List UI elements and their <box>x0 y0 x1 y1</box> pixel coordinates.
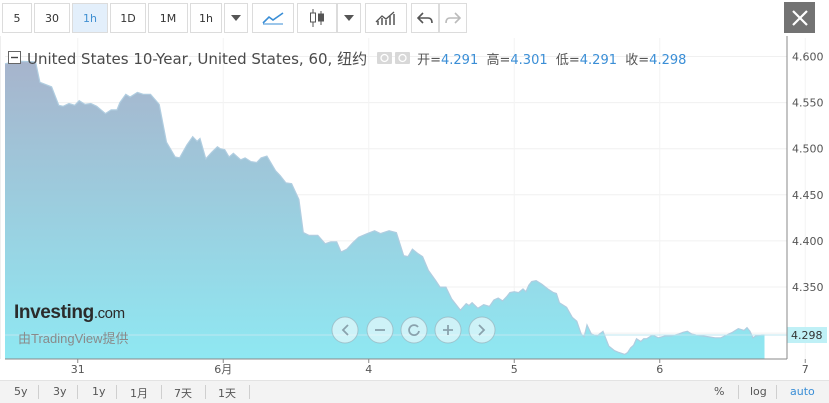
chevron-down-icon <box>344 15 354 21</box>
interval-1m-button[interactable]: 1M <box>148 3 188 33</box>
high-value: 4.301 <box>510 52 548 68</box>
range-separator <box>116 385 117 399</box>
interval-label: 30 <box>45 11 59 25</box>
ohlc-values: 开=4.291 高=4.301 低=4.291 收=4.298 <box>417 49 686 68</box>
range-5y[interactable]: 5y <box>14 385 28 398</box>
interval-label: 1D <box>120 11 136 25</box>
chart-type-button[interactable] <box>297 3 337 33</box>
range-separator <box>161 385 162 399</box>
x-tick-label: 7 <box>802 363 809 376</box>
candlestick-icon <box>310 9 324 27</box>
undo-button[interactable] <box>411 3 439 33</box>
x-tick-label: 6 <box>656 363 663 376</box>
brand-name: Investing.com <box>14 302 125 323</box>
zoom-in-icon[interactable] <box>434 316 462 344</box>
redo-icon <box>445 12 461 24</box>
interval-1d-button[interactable]: 1D <box>110 3 146 33</box>
line-chart-button[interactable] <box>252 3 294 33</box>
series-title: United States 10-Year, United States, 60… <box>27 49 368 68</box>
interval-5-button[interactable]: 5 <box>2 3 32 33</box>
scroll-right-icon[interactable] <box>468 316 496 344</box>
interval-label: 1M <box>159 11 177 25</box>
visibility-icon[interactable] <box>377 51 411 65</box>
x-tick-label: 4 <box>365 363 372 376</box>
last-value-label: 4.298 <box>791 329 823 342</box>
y-tick-label: 4.350 <box>792 281 824 294</box>
scroll-left-icon[interactable] <box>331 316 359 344</box>
chevron-down-icon <box>231 15 241 21</box>
range-separator <box>38 385 39 399</box>
brand-suffix: .com <box>93 305 125 322</box>
low-label: 低= <box>555 52 580 68</box>
x-tick-label: 31 <box>71 363 85 376</box>
brand-text: Investing <box>14 302 94 323</box>
range-1y[interactable]: 1y <box>92 385 106 398</box>
close-button[interactable] <box>784 2 815 33</box>
open-value: 4.291 <box>441 52 479 68</box>
percent-toggle[interactable]: % <box>714 385 724 398</box>
low-value: 4.291 <box>579 52 617 68</box>
range-1m[interactable]: 1月 <box>130 385 148 401</box>
interval-label: 1h <box>83 11 97 25</box>
powered-by: 由TradingView提供 <box>18 331 129 346</box>
redo-button[interactable] <box>439 3 467 33</box>
y-tick-label: 4.500 <box>792 143 824 156</box>
high-label: 高= <box>486 52 511 68</box>
chart-legend: United States 10-Year, United States, 60… <box>8 47 686 69</box>
interval-dropdown-button[interactable]: 1h <box>190 3 222 33</box>
x-tick-label: 6月 <box>214 363 232 376</box>
close-value: 4.298 <box>649 52 687 68</box>
collapse-icon[interactable] <box>8 51 22 65</box>
toolbar: 5 30 1h 1D 1M 1h <box>0 0 829 36</box>
indicators-icon <box>375 11 395 25</box>
interval-label: 1h <box>199 11 213 25</box>
reset-icon[interactable] <box>400 316 428 344</box>
nav-button-circle <box>331 316 359 344</box>
close-icon <box>791 9 808 26</box>
interval-label: 5 <box>13 11 21 25</box>
zoom-out-icon[interactable] <box>366 316 394 344</box>
range-3y[interactable]: 3y <box>53 385 67 398</box>
open-label: 开= <box>417 52 441 68</box>
y-tick-label: 4.450 <box>792 189 824 202</box>
chart-type-dropdown-toggle[interactable] <box>337 3 361 33</box>
range-bar: 5y 3y 1y 1月 7天 1天 % log auto <box>0 380 829 403</box>
interval-1h-button[interactable]: 1h <box>72 3 108 33</box>
interval-30-button[interactable]: 30 <box>34 3 70 33</box>
x-tick-label: 5 <box>511 363 518 376</box>
range-7d[interactable]: 7天 <box>174 385 192 401</box>
line-chart-icon <box>262 12 284 25</box>
range-1d[interactable]: 1天 <box>218 385 236 401</box>
undo-icon <box>417 12 433 24</box>
range-separator <box>77 385 78 399</box>
range-separator <box>738 385 739 399</box>
investing-logo[interactable]: Investing.com 由TradingView提供 <box>14 302 129 346</box>
log-toggle[interactable]: log <box>750 385 767 398</box>
range-separator <box>249 385 250 399</box>
close-label: 收= <box>625 52 650 68</box>
nav-button-circle <box>468 316 496 344</box>
range-separator <box>776 385 777 399</box>
auto-toggle[interactable]: auto <box>790 385 815 398</box>
y-tick-label: 4.600 <box>792 50 824 63</box>
indicators-button[interactable] <box>365 3 407 33</box>
y-tick-label: 4.400 <box>792 235 824 248</box>
nav-button-circle <box>400 316 428 344</box>
y-tick-label: 4.550 <box>792 97 824 110</box>
interval-dropdown-toggle[interactable] <box>224 3 248 33</box>
range-separator <box>205 385 206 399</box>
